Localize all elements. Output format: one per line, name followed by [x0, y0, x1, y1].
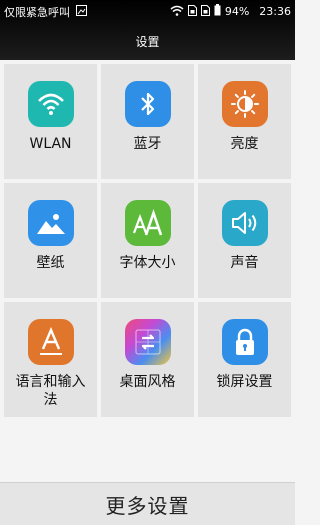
carrier-text: 仅限紧急呼叫	[4, 6, 70, 19]
wallpaper-icon	[27, 200, 74, 246]
bluetooth-icon	[124, 81, 171, 127]
tile-font-size[interactable]: 字体大小	[101, 183, 194, 298]
brightness-icon	[221, 81, 268, 127]
font-size-icon	[124, 200, 171, 246]
sim-icon	[187, 4, 197, 19]
tile-language-input[interactable]: 语言和输入法	[4, 302, 97, 417]
lock-icon	[221, 319, 268, 365]
tile-label: 语言和输入法	[15, 374, 86, 408]
tile-label: 桌面风格	[119, 374, 176, 390]
tile-label: 蓝牙	[133, 136, 162, 152]
wifi-signal-icon	[170, 5, 184, 19]
header: 仅限紧急呼叫 94% 23:36 设置	[0, 0, 295, 60]
tile-label: 声音	[230, 255, 259, 271]
tile-bluetooth[interactable]: 蓝牙	[101, 64, 194, 179]
desktop-style-icon	[124, 319, 171, 365]
battery-percent: 94%	[224, 5, 250, 18]
tile-desktop-style[interactable]: 桌面风格	[101, 302, 194, 417]
tile-label: 字体大小	[119, 255, 176, 271]
sound-icon	[221, 200, 268, 246]
battery-icon	[214, 4, 221, 19]
tile-label: 锁屏设置	[216, 374, 273, 390]
clock: 23:36	[259, 5, 291, 18]
settings-grid: WLAN 蓝牙 亮度 壁纸 字体大小 声音 语言和输入法 桌面风格 锁屏设置	[4, 64, 291, 417]
tile-label: WLAN	[29, 136, 72, 152]
tile-wlan[interactable]: WLAN	[4, 64, 97, 179]
wifi-icon	[27, 81, 74, 127]
tile-label: 亮度	[230, 136, 259, 152]
tile-wallpaper[interactable]: 壁纸	[4, 183, 97, 298]
page-title: 设置	[135, 35, 160, 49]
sim-icon-2	[200, 4, 210, 19]
tile-brightness[interactable]: 亮度	[198, 64, 291, 179]
language-icon	[27, 319, 74, 365]
status-bar: 仅限紧急呼叫 94% 23:36	[0, 0, 295, 22]
more-settings-button[interactable]: 更多设置	[0, 482, 295, 525]
tile-label: 壁纸	[36, 255, 65, 271]
tile-sound[interactable]: 声音	[198, 183, 291, 298]
screenshot-icon	[76, 5, 87, 19]
tile-lock-screen[interactable]: 锁屏设置	[198, 302, 291, 417]
